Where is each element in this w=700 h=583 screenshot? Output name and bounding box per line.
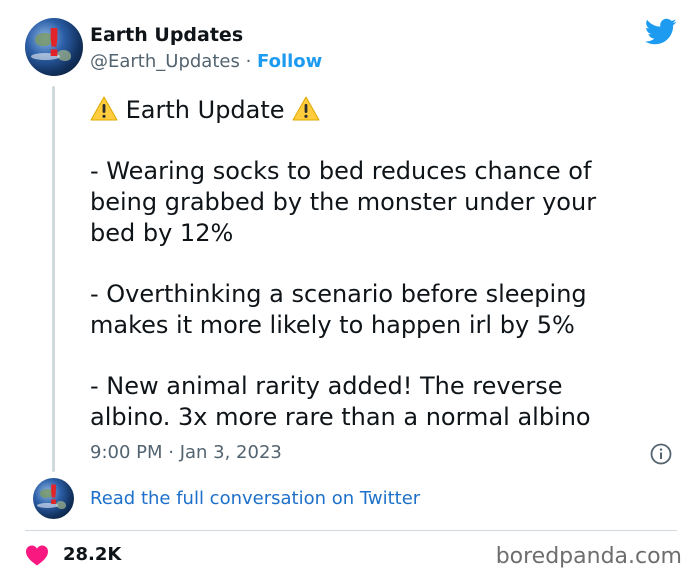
divider (25, 530, 677, 531)
author-handle[interactable]: @Earth_Updates (90, 51, 240, 72)
warning-icon (90, 96, 118, 121)
follow-button[interactable]: Follow (257, 51, 322, 72)
tweet-text: Earth Update - Wearing socks to bed redu… (90, 95, 690, 433)
conversation-avatar[interactable]: ! (33, 478, 74, 519)
tweet-timestamp[interactable]: 9:00 PM · Jan 3, 2023 (90, 442, 282, 464)
like-action[interactable]: 28.2K (25, 544, 121, 566)
watermark: boredpanda.com (495, 544, 682, 569)
warning-icon (292, 96, 320, 121)
tweet-title-line: Earth Update (90, 95, 690, 126)
tweet-line: - Wearing socks to bed reduces chance of (90, 157, 592, 185)
author-name[interactable]: Earth Updates (90, 24, 243, 46)
info-icon[interactable] (650, 443, 672, 465)
read-conversation-link[interactable]: Read the full conversation on Twitter (90, 488, 420, 510)
twitter-bird-icon[interactable] (645, 18, 677, 46)
thread-line (52, 86, 55, 472)
handle-separator: · (239, 51, 258, 72)
tweet-line: albino. 3x more rare than a normal albin… (90, 403, 591, 431)
author-handle-row: @Earth_Updates · Follow (90, 51, 322, 73)
tweet-line: makes it more likely to happen irl by 5% (90, 311, 575, 339)
heart-icon[interactable] (25, 544, 49, 566)
like-count: 28.2K (63, 544, 122, 565)
tweet-line: bed by 12% (90, 219, 234, 247)
tweet-line: - New animal rarity added! The reverse (90, 372, 563, 400)
tweet-embed-card: ! Earth Updates @Earth_Updates · Follow … (0, 0, 700, 583)
exclamation-mark-icon: ! (47, 480, 60, 512)
tweet-title: Earth Update (125, 96, 285, 124)
tweet-line: being grabbed by the monster under your (90, 188, 597, 216)
tweet-line: - Overthinking a scenario before sleepin… (90, 280, 587, 308)
exclamation-mark-icon: ! (45, 20, 63, 65)
avatar[interactable]: ! (25, 18, 83, 76)
